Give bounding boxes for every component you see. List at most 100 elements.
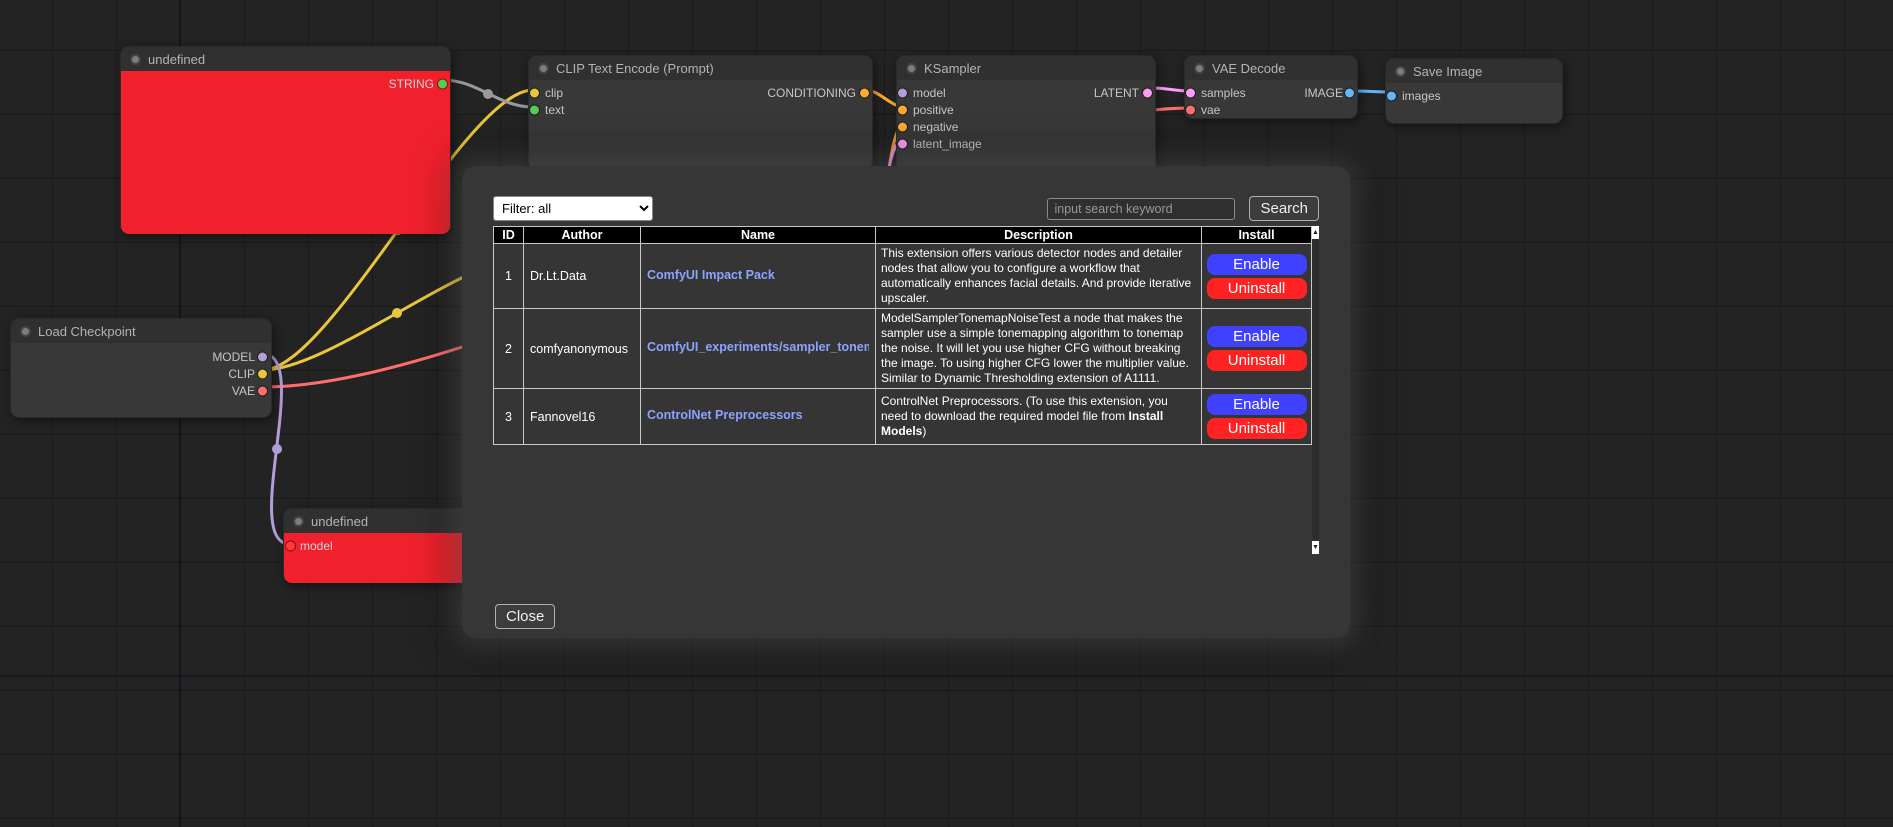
extensions-table: ID Author Name Description Install 1 Dr.… [493, 226, 1312, 445]
node-title-bar[interactable]: Save Image [1386, 59, 1562, 83]
ext-id: 2 [494, 309, 524, 389]
node-error-body: model [284, 533, 482, 583]
collapse-dot-icon[interactable] [130, 54, 141, 65]
clip-output-slot[interactable] [258, 369, 267, 378]
uninstall-button[interactable]: Uninstall [1207, 418, 1307, 439]
vae-input-slot[interactable] [1186, 105, 1195, 114]
output-slot-label: CLIP [228, 367, 255, 381]
negative-input-slot[interactable] [898, 122, 907, 131]
dialog-toolbar: Filter: all Search [493, 196, 1319, 221]
output-slot-label: CONDITIONING [767, 86, 872, 100]
node-error-body: STRING [121, 71, 450, 234]
uninstall-button[interactable]: Uninstall [1207, 350, 1307, 371]
node-undefined-bottom[interactable]: undefined model [283, 508, 483, 583]
search-input[interactable] [1047, 198, 1235, 220]
col-header-name: Name [641, 227, 876, 244]
node-vae-decode[interactable]: VAE Decode samples IMAGE vae [1184, 55, 1358, 119]
enable-button[interactable]: Enable [1207, 254, 1307, 275]
input-slot-label: negative [913, 120, 958, 134]
node-undefined-top[interactable]: undefined STRING [120, 46, 451, 234]
extension-row: 1 Dr.Lt.Data ComfyUI Impact Pack This ex… [494, 244, 1312, 309]
ext-author: comfyanonymous [524, 309, 641, 389]
node-title-text: Save Image [1413, 64, 1482, 79]
image-output-slot[interactable] [1345, 88, 1354, 97]
output-slot-label: VAE [232, 384, 255, 398]
collapse-dot-icon[interactable] [20, 326, 31, 337]
input-slot-label: samples [1201, 86, 1246, 100]
ext-description: This extension offers various detector n… [876, 244, 1202, 309]
node-title-text: Load Checkpoint [38, 324, 136, 339]
col-header-description: Description [876, 227, 1202, 244]
text-input-slot[interactable] [530, 105, 539, 114]
samples-input-slot[interactable] [1186, 88, 1195, 97]
scroll-up-icon[interactable]: ▲ [1312, 226, 1319, 239]
wire-midpoint-dot [392, 308, 402, 318]
collapse-dot-icon[interactable] [293, 516, 304, 527]
enable-button[interactable]: Enable [1207, 326, 1307, 347]
uninstall-button[interactable]: Uninstall [1207, 278, 1307, 299]
node-title-bar[interactable]: undefined [284, 509, 482, 533]
input-slot-label: model [913, 86, 946, 100]
ext-name-link[interactable]: ComfyUI Impact Pack [647, 268, 775, 282]
wire-midpoint-dot [483, 89, 493, 99]
input-slot-label: images [1402, 89, 1441, 103]
conditioning-output-slot[interactable] [860, 88, 869, 97]
collapse-dot-icon[interactable] [1395, 66, 1406, 77]
input-slot-label: vae [1201, 103, 1220, 117]
input-slot-label: latent_image [913, 137, 982, 151]
node-save-image[interactable]: Save Image images filename_prefix ComfyU… [1385, 58, 1563, 124]
custom-nodes-manager-dialog: Filter: all Search ID Author Name Descri… [462, 166, 1350, 638]
filter-select[interactable]: Filter: all [493, 196, 653, 221]
table-header-row: ID Author Name Description Install [494, 227, 1312, 244]
scrollbar-thumb[interactable] [1312, 239, 1319, 541]
ext-description: ControlNet Preprocessors. (To use this e… [876, 389, 1202, 445]
node-ksampler[interactable]: KSampler model LATENT positive negative … [896, 55, 1156, 175]
node-title-text: undefined [311, 514, 368, 529]
node-load-checkpoint[interactable]: Load Checkpoint MODEL CLIP VAE ◀ ckpt_na… [10, 318, 272, 418]
vae-output-slot[interactable] [258, 386, 267, 395]
node-title-text: KSampler [924, 61, 981, 76]
node-title-bar[interactable]: VAE Decode [1185, 56, 1357, 80]
ext-name-link[interactable]: ControlNet Preprocessors [647, 408, 803, 422]
ext-author: Fannovel16 [524, 389, 641, 445]
collapse-dot-icon[interactable] [1194, 63, 1205, 74]
node-title-bar[interactable]: Load Checkpoint [11, 319, 271, 343]
clip-input-slot[interactable] [530, 88, 539, 97]
string-output-slot[interactable] [438, 79, 447, 88]
node-title-bar[interactable]: CLIP Text Encode (Prompt) [529, 56, 872, 80]
collapse-dot-icon[interactable] [538, 63, 549, 74]
positive-input-slot[interactable] [898, 105, 907, 114]
node-title-text: VAE Decode [1212, 61, 1285, 76]
node-clip-text-encode[interactable]: CLIP Text Encode (Prompt) clip CONDITION… [528, 55, 873, 170]
ext-id: 1 [494, 244, 524, 309]
extension-row: 3 Fannovel16 ControlNet Preprocessors Co… [494, 389, 1312, 445]
output-slot-label: MODEL [212, 350, 255, 364]
model-input-slot[interactable] [898, 88, 907, 97]
model-input-slot[interactable] [286, 541, 295, 550]
ext-author: Dr.Lt.Data [524, 244, 641, 309]
node-title-bar[interactable]: undefined [121, 47, 450, 71]
input-slot-label: clip [545, 86, 563, 100]
scroll-down-icon[interactable]: ▼ [1312, 541, 1319, 554]
input-slot-label: positive [913, 103, 954, 117]
enable-button[interactable]: Enable [1207, 394, 1307, 415]
images-input-slot[interactable] [1387, 91, 1396, 100]
ext-description: ModelSamplerTonemapNoiseTest a node that… [876, 309, 1202, 389]
close-button[interactable]: Close [495, 604, 555, 629]
latent-image-input-slot[interactable] [898, 139, 907, 148]
search-button[interactable]: Search [1249, 196, 1319, 221]
latent-output-slot[interactable] [1143, 88, 1152, 97]
table-scrollbar[interactable]: ▲ ▼ [1312, 226, 1319, 554]
node-title-text: CLIP Text Encode (Prompt) [556, 61, 714, 76]
input-slot-label: model [300, 539, 333, 553]
node-title-text: undefined [148, 52, 205, 67]
col-header-install: Install [1202, 227, 1312, 244]
output-slot-label: STRING [389, 77, 434, 91]
collapse-dot-icon[interactable] [906, 63, 917, 74]
ext-description-text: ) [922, 424, 926, 438]
extension-row: 2 comfyanonymous ComfyUI_experiments/sam… [494, 309, 1312, 389]
node-title-bar[interactable]: KSampler [897, 56, 1155, 80]
ext-id: 3 [494, 389, 524, 445]
model-output-slot[interactable] [258, 352, 267, 361]
ext-name-link[interactable]: ComfyUI_experiments/sampler_tonemap [647, 340, 869, 354]
